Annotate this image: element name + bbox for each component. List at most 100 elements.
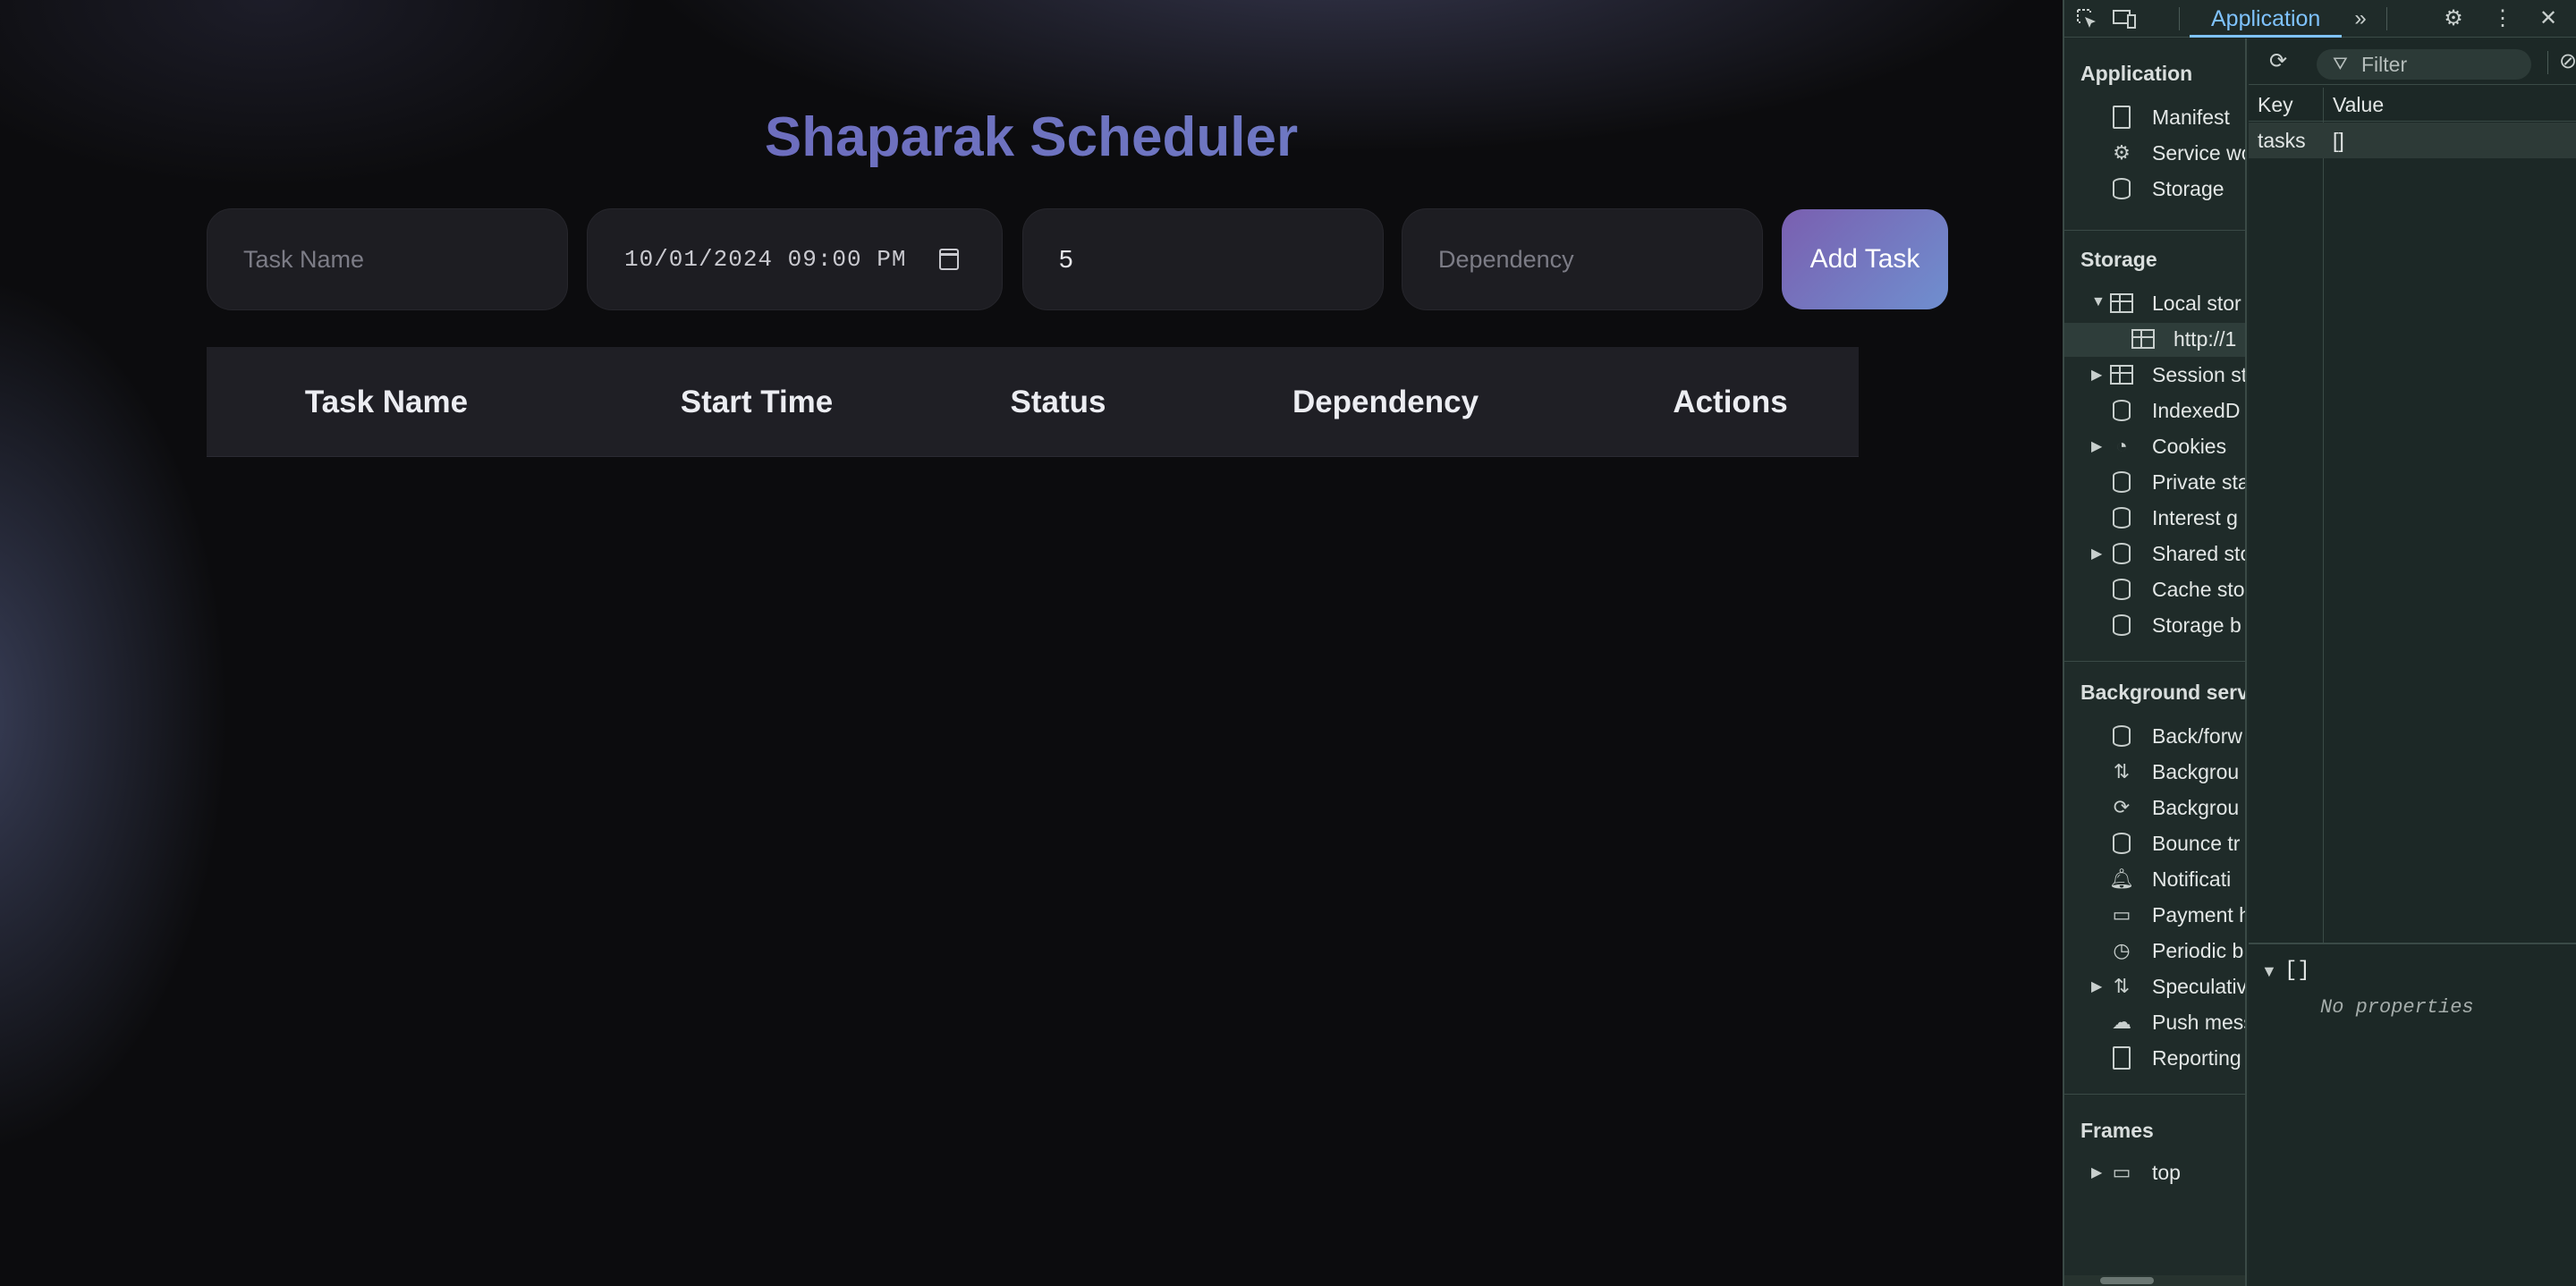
sidebar-item-bounce-tracking[interactable]: Bounce tr <box>2064 827 2245 861</box>
collapsed-arrow-icon[interactable]: ▶ <box>2091 1163 2102 1181</box>
inspect-element-icon[interactable] <box>2073 5 2100 32</box>
tab-application[interactable]: Application <box>2190 0 2343 38</box>
task-table-header: Task Name Start Time Status Dependency A… <box>207 347 1859 457</box>
database-icon <box>2109 505 2134 530</box>
toolbar-separator <box>2547 51 2548 74</box>
sidebar-item-local-storage[interactable]: ▼ Local stor <box>2064 287 2245 321</box>
sidebar-item-storage-buckets[interactable]: Storage b <box>2064 609 2245 643</box>
collapsed-arrow-icon[interactable]: ▶ <box>2091 366 2102 384</box>
sidebar-item-label: Shared sto <box>2152 542 2247 565</box>
calendar-icon[interactable] <box>939 249 959 270</box>
sidebar-item-push-messaging[interactable]: ☁ Push mess <box>2064 1006 2247 1040</box>
sidebar-item-session-storage[interactable]: ▶ Session st <box>2064 359 2245 393</box>
storage-viewer: ⟳ ⛛ Filter ⊘ Key Value tasks [] ▼ [] No … <box>2249 38 2576 1286</box>
header-dependency: Dependency <box>1292 384 1479 419</box>
sidebar-item-cache-storage[interactable]: Cache sto <box>2064 573 2245 607</box>
device-toolbar-icon[interactable] <box>2111 5 2138 32</box>
sidebar-item-storage[interactable]: Storage <box>2064 173 2245 207</box>
table-row[interactable]: tasks [] <box>2249 123 2576 158</box>
sidebar-item-periodic-sync[interactable]: ◷ Periodic b <box>2064 935 2245 969</box>
sidebar-item-frame-top[interactable]: ▶ ▭ top <box>2064 1156 2245 1190</box>
frame-icon: ▭ <box>2112 1161 2131 1183</box>
sidebar-item-notifications[interactable]: 🔔︎ Notificati <box>2064 863 2245 897</box>
add-task-button[interactable]: Add Task <box>1782 209 1948 309</box>
key-value-table: Key Value tasks [] <box>2249 88 2576 944</box>
up-down-arrows-icon: ⇅ <box>2113 975 2131 997</box>
section-frames: Frames <box>2080 1119 2154 1142</box>
section-background-services: Background serv <box>2080 681 2247 704</box>
filter-input[interactable]: ⛛ Filter <box>2317 49 2531 80</box>
devtools-sidebar: Application Manifest ⚙ Service wo Storag… <box>2064 38 2247 1286</box>
sidebar-item-shared-storage[interactable]: ▶ Shared sto <box>2064 537 2247 571</box>
clock-icon: ◷ <box>2113 939 2131 961</box>
database-icon <box>2109 541 2134 566</box>
sidebar-item-label: top <box>2152 1161 2181 1184</box>
close-icon[interactable]: ✕ <box>2535 5 2562 32</box>
sidebar-item-label: Periodic b <box>2152 939 2244 962</box>
gears-icon: ⚙ <box>2113 141 2131 164</box>
scrollbar-thumb[interactable] <box>2100 1277 2154 1284</box>
section-storage: Storage <box>2080 248 2157 271</box>
task-name-input[interactable]: Task Name <box>207 208 568 310</box>
sidebar-item-label: Local stor <box>2152 292 2241 315</box>
sidebar-item-back-forward-cache[interactable]: Back/forw <box>2064 720 2245 754</box>
sidebar-item-speculative-loads[interactable]: ▶ ⇅ Speculativ <box>2064 970 2247 1004</box>
sidebar-item-manifest[interactable]: Manifest <box>2064 101 2245 135</box>
sidebar-item-private-state-tokens[interactable]: Private sta <box>2064 466 2247 500</box>
file-icon <box>2109 105 2134 130</box>
sidebar-item-label: Storage b <box>2152 613 2241 637</box>
start-time-value: 10/01/2024 09:00 PM <box>624 246 907 273</box>
sidebar-item-label: Speculativ <box>2152 975 2247 998</box>
filter-funnel-icon: ⛛ <box>2333 55 2348 74</box>
sidebar-item-interest-groups[interactable]: Interest g <box>2064 502 2245 536</box>
duration-input[interactable]: 5 <box>1022 208 1384 310</box>
storage-toolbar: ⟳ ⛛ Filter ⊘ <box>2249 38 2576 85</box>
sidebar-item-service-workers[interactable]: ⚙ Service wo <box>2064 137 2247 171</box>
horizontal-scrollbar[interactable] <box>2064 1275 2245 1286</box>
sidebar-item-background-fetch[interactable]: ⇅ Backgrou <box>2064 756 2245 790</box>
sidebar-item-label: Private sta <box>2152 470 2247 494</box>
collapsed-arrow-icon[interactable]: ▶ <box>2091 437 2102 455</box>
dependency-input[interactable]: Dependency <box>1402 208 1763 310</box>
sidebar-item-label: Backgrou <box>2152 760 2240 783</box>
gear-icon[interactable]: ⚙ <box>2440 5 2467 32</box>
sidebar-item-label: Backgrou <box>2152 796 2240 819</box>
sidebar-item-label: Storage <box>2152 177 2224 200</box>
header-key[interactable]: Key <box>2258 88 2293 122</box>
start-time-input[interactable]: 10/01/2024 09:00 PM <box>587 208 1003 310</box>
page-title: Shaparak Scheduler <box>0 106 2063 169</box>
collapsed-arrow-icon[interactable]: ▶ <box>2091 977 2102 995</box>
database-icon <box>2109 577 2134 602</box>
sidebar-item-label: IndexedD <box>2152 399 2241 422</box>
expanded-arrow-icon[interactable]: ▼ <box>2091 294 2106 310</box>
sidebar-item-label: Push mess <box>2152 1011 2247 1034</box>
sidebar-item-label: Reporting <box>2152 1046 2241 1070</box>
sidebar-item-background-sync[interactable]: ⟳ Backgrou <box>2064 791 2245 825</box>
collapsed-arrow-icon[interactable]: ▶ <box>2091 545 2102 563</box>
row-value[interactable]: [] <box>2333 123 2344 158</box>
sidebar-item-indexeddb[interactable]: IndexedD <box>2064 394 2245 428</box>
sync-icon: ⟳ <box>2113 796 2131 818</box>
sidebar-item-reporting-api[interactable]: Reporting <box>2064 1042 2245 1076</box>
toolbar-separator <box>2179 7 2180 30</box>
sidebar-item-label: Cookies <box>2152 435 2227 458</box>
sidebar-item-label: Service wo <box>2152 141 2247 165</box>
more-tabs-chevron-icon[interactable]: » <box>2347 5 2374 32</box>
refresh-icon[interactable]: ⟳ <box>2265 48 2292 75</box>
sidebar-item-payment-handler[interactable]: ▭ Payment h <box>2064 899 2245 933</box>
sidebar-item-label: Bounce tr <box>2152 832 2241 855</box>
section-application: Application <box>2080 62 2193 85</box>
cloud-icon: ☁ <box>2112 1011 2131 1033</box>
expanded-arrow-icon[interactable]: ▼ <box>2261 962 2277 981</box>
table-icon <box>2131 326 2156 351</box>
kebab-menu-icon[interactable]: ⋮ <box>2489 5 2516 32</box>
sidebar-item-cookies[interactable]: ▶ ◔ Cookies <box>2064 430 2245 464</box>
row-key[interactable]: tasks <box>2258 123 2306 158</box>
clear-all-icon[interactable]: ⊘ <box>2555 48 2576 75</box>
sidebar-item-local-storage-origin[interactable]: http://1 <box>2064 323 2245 357</box>
header-value[interactable]: Value <box>2333 88 2384 122</box>
no-properties-label: No properties <box>2320 996 2474 1019</box>
sidebar-item-label: Interest g <box>2152 506 2238 529</box>
credit-card-icon: ▭ <box>2112 903 2131 926</box>
database-icon <box>2109 613 2134 638</box>
